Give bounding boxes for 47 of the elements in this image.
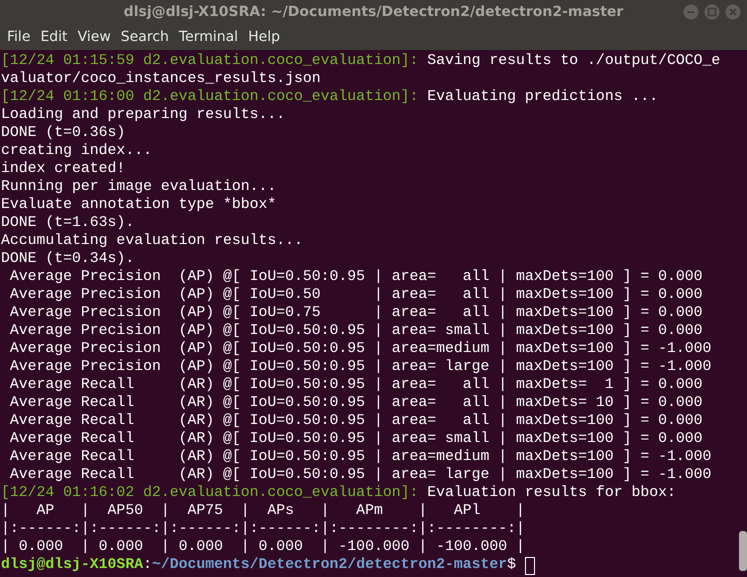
window-title: dlsj@dlsj-X10SRA: ~/Documents/Detectron2/detectron2-master — [124, 4, 624, 20]
output-text: Average Precision (AP) @[ IoU=0.50 | area= all | maxDets=100 ] = 0.000 — [8, 286, 702, 304]
log-prefix: [12/24 01:15:59 d2.evaluation.coco_evaluation]: — [1, 52, 418, 70]
minimize-icon[interactable] — [683, 4, 699, 20]
output-text: Saving results to ./output/COCO_e — [426, 52, 720, 70]
output-text: Average Recall (AR) @[ IoU=0.50:0.95 | area=medium | maxDets=100 ] = -1.000 — [8, 448, 712, 466]
output-text: Average Recall (AR) @[ IoU=0.50:0.95 | area= all | maxDets= 1 ] = 0.000 — [8, 376, 702, 394]
menu-item[interactable]: Search — [116, 29, 174, 45]
output-text: Evaluation results for bbox: — [426, 484, 676, 502]
output-text: Running per image evaluation... — [1, 178, 276, 196]
output-text: | 0.000 | 0.000 | 0.000 | 0.000 | -100.000 | -100.000 | — [1, 538, 525, 556]
output-text: Loading and preparing results... — [1, 106, 286, 124]
output-text: : — [143, 556, 152, 574]
maximize-icon[interactable] — [704, 4, 720, 20]
close-icon[interactable] — [725, 4, 741, 20]
output-text: Average Precision (AP) @[ IoU=0.75 | area= all | maxDets=100 ] = 0.000 — [8, 304, 702, 322]
output-text: Average Recall (AR) @[ IoU=0.50:0.95 | area= large | maxDets=100 ] = -1.000 — [8, 466, 712, 484]
menu-item[interactable]: Terminal — [174, 29, 244, 45]
output-text: Average Recall (AR) @[ IoU=0.50:0.95 | area= all | maxDets= 10 ] = 0.000 — [8, 394, 702, 412]
scrollbar-thumb[interactable] — [739, 531, 747, 571]
prompt-user: dlsj@dlsj-X10SRA — [1, 556, 144, 574]
output-text: Evaluating predictions ... — [426, 88, 658, 106]
menu-item[interactable]: File — [2, 29, 36, 45]
output-text: | AP | AP50 | AP75 | APs | APm | APl | — [1, 502, 525, 520]
output-text: Average Precision (AP) @[ IoU=0.50:0.95 | area=medium | maxDets=100 ] = -1.000 — [8, 340, 712, 358]
output-text: Average Precision (AP) @[ IoU=0.50:0.95 | area= all | maxDets=100 ] = 0.000 — [8, 268, 702, 286]
menu-item[interactable]: Help — [243, 29, 285, 45]
output-text: creating index... — [1, 142, 152, 160]
output-text: Average Precision (AP) @[ IoU=0.50:0.95 | area= large | maxDets=100 ] = -1.000 — [8, 358, 712, 376]
output-text: $ — [507, 556, 518, 574]
prompt-path: ~/Documents/Detectron2/detectron2-master — [152, 556, 508, 574]
log-prefix: [12/24 01:16:02 d2.evaluation.coco_evaluation]: — [1, 484, 418, 502]
output-text: Average Recall (AR) @[ IoU=0.50:0.95 | area= all | maxDets=100 ] = 0.000 — [8, 412, 702, 430]
cursor — [524, 557, 535, 575]
menu-item[interactable]: View — [72, 29, 116, 45]
output-text: Accumulating evaluation results... — [1, 232, 303, 250]
menu-item[interactable]: Edit — [35, 29, 73, 45]
output-text: Evaluate annotation type *bbox* — [1, 196, 276, 214]
output-text: valuator/coco_instances_results.json — [1, 70, 321, 88]
output-text: Average Recall (AR) @[ IoU=0.50:0.95 | area= small | maxDets=100 ] = 0.000 — [8, 430, 702, 448]
output-text: DONE (t=0.36s) — [1, 124, 126, 142]
output-text: Average Precision (AP) @[ IoU=0.50:0.95 | area= small | maxDets=100 ] = 0.000 — [8, 322, 702, 340]
output-text: DONE (t=1.63s). — [1, 214, 134, 232]
output-text: index created! — [1, 160, 126, 178]
log-prefix: [12/24 01:16:00 d2.evaluation.coco_evaluation]: — [1, 88, 418, 106]
output-text: |:------:|:------:|:------:|:------:|:--------:|:--------:| — [1, 520, 525, 538]
output-text: DONE (t=0.34s). — [1, 250, 134, 268]
